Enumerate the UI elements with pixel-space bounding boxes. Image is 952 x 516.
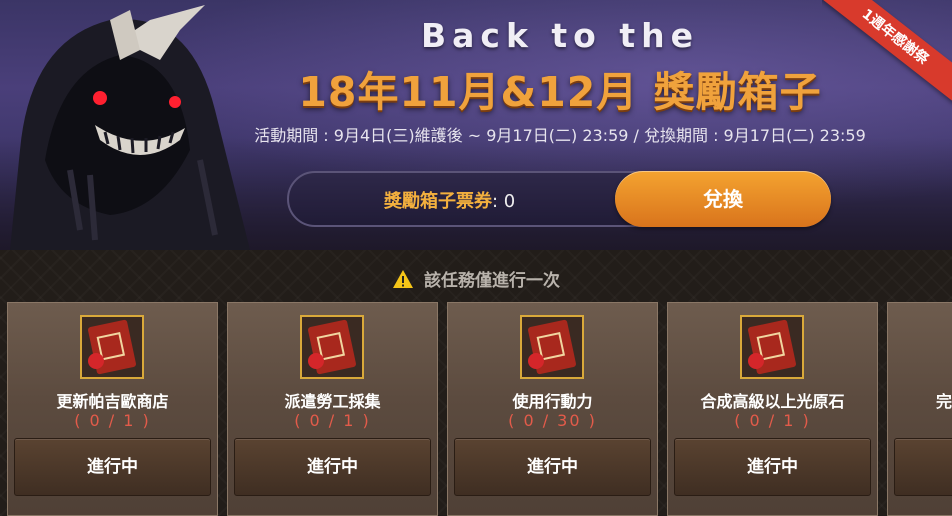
quest-title: 更新帕吉歐商店	[56, 392, 169, 411]
event-page: 1週年感謝祭 Back to the 18年11月&12月 獎勵箱子 活動期間 …	[0, 0, 952, 516]
exchange-button[interactable]: 兌換	[615, 171, 831, 227]
notice-text: 該任務僅進行一次	[424, 271, 560, 291]
reward-ticket-icon	[80, 315, 144, 379]
ticket-value: 0	[503, 191, 516, 212]
quest-card: 使用行動力 ( 0 / 30 ) 進行中	[447, 302, 658, 516]
event-banner: 1週年感謝祭 Back to the 18年11月&12月 獎勵箱子 活動期間 …	[0, 0, 952, 250]
reward-ticket-icon	[300, 315, 364, 379]
quest-status-button[interactable]: 進行中	[454, 438, 651, 496]
notice: 該任務僅進行一次	[0, 266, 952, 291]
quest-card: 更新帕吉歐商店 ( 0 / 1 ) 進行中	[7, 302, 218, 516]
quest-title: 完	[936, 392, 952, 411]
quest-title: 使用行動力	[512, 392, 593, 411]
quest-card: 派遣勞工採集 ( 0 / 1 ) 進行中	[227, 302, 438, 516]
quest-status-button[interactable]: 進行中	[14, 438, 211, 496]
quest-status-button[interactable]: 進行中	[674, 438, 871, 496]
quest-title: 合成高級以上光原石	[700, 392, 845, 411]
quest-card-partial: 完	[887, 302, 952, 516]
quest-progress: ( 0 / 1 )	[74, 411, 151, 430]
quest-progress: ( 0 / 1 )	[294, 411, 371, 430]
ticket-label: 獎勵箱子票券	[384, 191, 492, 212]
quest-progress: ( 0 / 1 )	[734, 411, 811, 430]
quest-status-button[interactable]: 進行中	[234, 438, 431, 496]
quest-progress: ( 0 / 30 )	[508, 411, 597, 430]
banner-title-english: Back to the	[420, 16, 699, 55]
quest-card: 合成高級以上光原石 ( 0 / 1 ) 進行中	[667, 302, 878, 516]
reward-ticket-icon	[740, 315, 804, 379]
event-period: 活動期間 : 9月4日(三)維護後 ~ 9月17日(二) 23:59 / 兌換期…	[254, 126, 866, 145]
quest-status-button[interactable]	[894, 438, 952, 496]
reward-ticket-icon	[520, 315, 584, 379]
quest-title: 派遣勞工採集	[284, 392, 381, 411]
ticket-count: 獎勵箱子票券: 0	[384, 187, 515, 213]
warning-icon	[393, 270, 413, 288]
banner-title-chinese: 18年11月&12月 獎勵箱子	[298, 68, 822, 116]
ticket-colon: :	[492, 191, 504, 212]
